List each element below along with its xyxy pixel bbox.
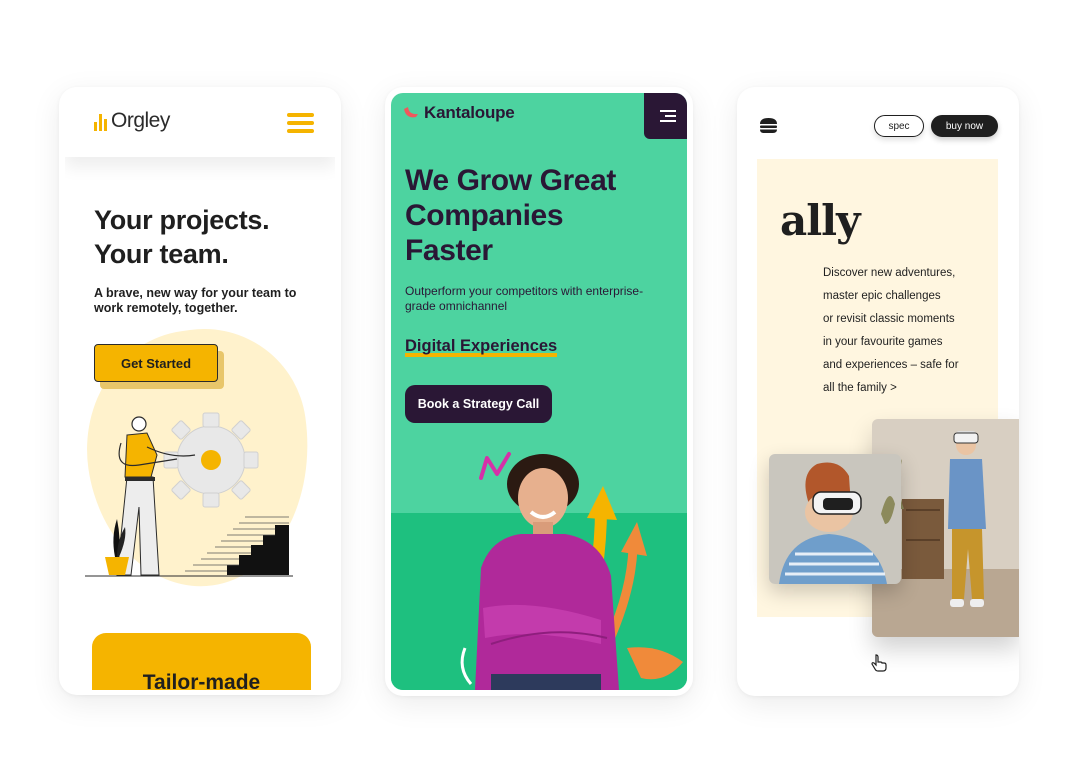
kantaloupe-lead-text: Outperform your competitors with enterpr… (405, 284, 644, 313)
menu-lines-icon[interactable] (644, 93, 687, 139)
orgley-screen: Orgley Your projects. Your team. A brave… (65, 87, 335, 690)
orgley-logo-text: Orgley (111, 109, 170, 132)
card-title: Tailor-made (142, 671, 261, 690)
buy-now-button[interactable]: buy now (931, 115, 998, 137)
kantaloupe-logo-text: Kantaloupe (424, 103, 515, 122)
ally-phone-mockup: spec buy now ally Discover new adventure… (737, 87, 1019, 696)
kantaloupe-screen: Kantaloupe We Grow Great Companies Faste… (391, 93, 687, 690)
ally-brand-title: ally (780, 196, 861, 245)
tailor-made-card: Tailor-made (92, 633, 311, 690)
orgley-headline: Your projects. Your team. (94, 205, 270, 269)
orgley-subheadline: A brave, new way for your team to work r… (94, 286, 297, 315)
book-strategy-call-button[interactable]: Book a Strategy Call (405, 385, 552, 423)
orgley-logo[interactable]: Orgley (94, 109, 170, 132)
get-started-button[interactable]: Get Started (94, 344, 218, 382)
burger-stack-icon[interactable] (759, 117, 778, 134)
hamburger-menu-icon[interactable] (287, 113, 314, 134)
stairs-shape (185, 513, 289, 575)
spec-button[interactable]: spec (874, 115, 924, 137)
melon-slice-logo-icon (404, 107, 418, 118)
kantaloupe-phone-mockup: Kantaloupe We Grow Great Companies Faste… (385, 87, 693, 696)
digital-experiences-highlight: Digital Experiences (405, 337, 558, 357)
orgley-navbar: Orgley (65, 87, 335, 157)
kantaloupe-headline: We Grow Great Companies Faster (405, 164, 616, 267)
family-link[interactable]: all the family > (823, 377, 988, 400)
hand-pointer-icon (871, 654, 887, 672)
person-gear-stairs-illustration (85, 412, 293, 577)
ally-description: Discover new adventures, master epic cha… (823, 262, 988, 400)
smiling-woman-arrows-photo (460, 452, 683, 690)
kantaloupe-logo[interactable]: Kantaloupe (403, 103, 515, 123)
boy-vr-closeup-photo (769, 454, 901, 584)
orgley-phone-mockup: Orgley Your projects. Your team. A brave… (59, 87, 341, 695)
bar-chart-logo-icon (94, 113, 107, 131)
